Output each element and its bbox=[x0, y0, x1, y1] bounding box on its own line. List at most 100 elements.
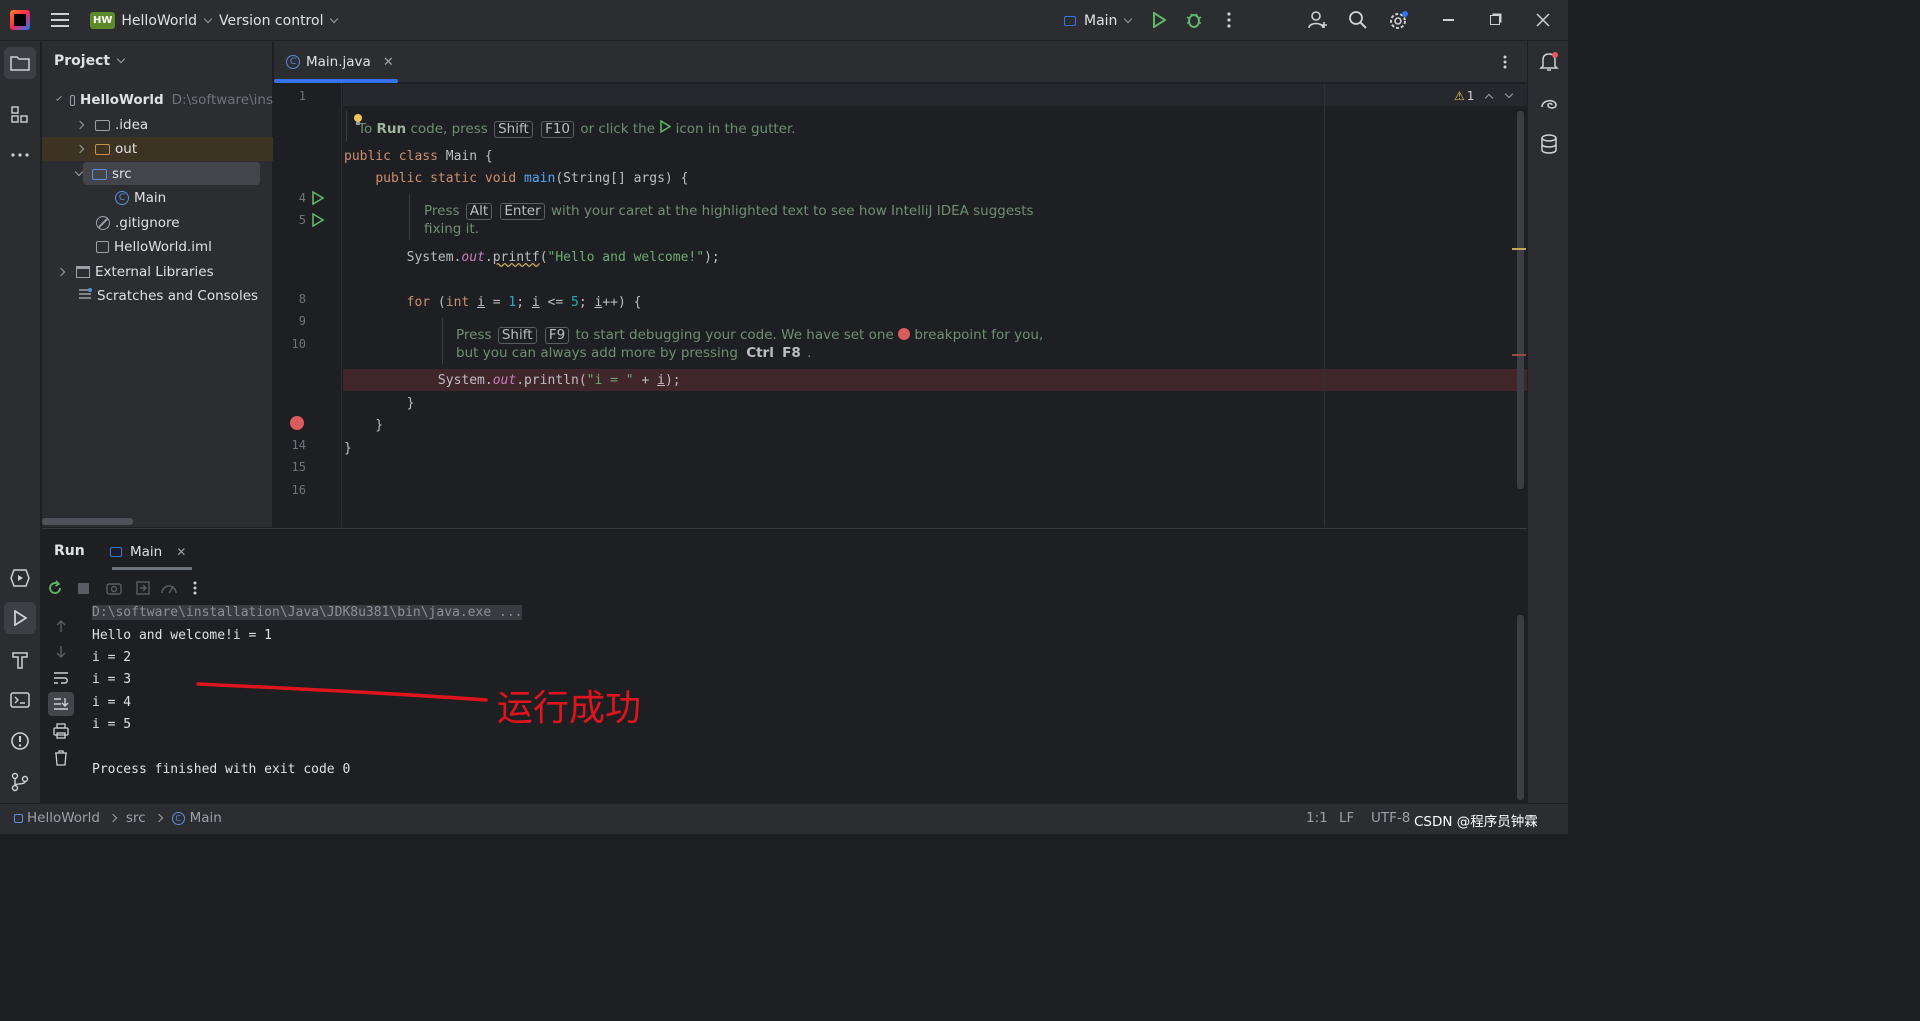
restore-icon[interactable] bbox=[1485, 10, 1505, 30]
tree-item-idea[interactable]: .idea bbox=[42, 113, 273, 137]
tree-item-label: .gitignore bbox=[115, 215, 180, 231]
add-user-icon[interactable] bbox=[1308, 10, 1328, 30]
inspection-widget[interactable]: ⚠ 1 bbox=[1454, 89, 1514, 103]
breakpoint-stripe-marker[interactable] bbox=[1512, 354, 1526, 356]
scroll-to-end-icon[interactable] bbox=[48, 692, 74, 716]
chevron-down-icon[interactable] bbox=[1505, 89, 1514, 99]
more-tools-icon[interactable] bbox=[8, 143, 32, 167]
settings-gear-icon[interactable] bbox=[1388, 10, 1410, 32]
more-actions-icon[interactable] bbox=[1220, 11, 1238, 29]
chevron-right-icon bbox=[75, 144, 85, 154]
editor-tab-bar: C Main.java ✕ bbox=[274, 41, 1527, 83]
git-branch-icon[interactable] bbox=[8, 770, 32, 794]
breakpoint-icon[interactable] bbox=[290, 416, 304, 430]
scroll-down-icon[interactable] bbox=[52, 643, 70, 661]
chevron-down-icon bbox=[74, 167, 84, 177]
hint-text: to start debugging your code. We have se… bbox=[575, 327, 894, 343]
caret-position[interactable]: 1:1 bbox=[1306, 810, 1328, 826]
version-control-menu[interactable]: Version control bbox=[219, 0, 339, 41]
code-line-4[interactable]: public class Main { bbox=[344, 149, 493, 164]
left-tool-strip bbox=[0, 41, 41, 803]
run-icon[interactable] bbox=[1150, 11, 1168, 29]
project-panel-header[interactable]: Project bbox=[54, 53, 126, 69]
run-config-selector[interactable]: Main bbox=[1064, 0, 1133, 41]
database-icon[interactable] bbox=[1538, 133, 1560, 155]
breadcrumb-item[interactable]: HelloWorld bbox=[27, 810, 100, 826]
tree-item-iml[interactable]: HelloWorld.iml bbox=[42, 235, 273, 259]
tree-item-label: out bbox=[115, 141, 138, 157]
close-window-icon[interactable] bbox=[1533, 10, 1553, 30]
code-line-5[interactable]: public static void main(String[] args) { bbox=[344, 171, 688, 186]
console-scrollbar[interactable] bbox=[1517, 615, 1524, 800]
code-line-13[interactable]: System.out.println("i = " + i); bbox=[344, 373, 681, 388]
hint-text: breakpoint for you, bbox=[914, 327, 1044, 343]
print-icon[interactable] bbox=[52, 722, 70, 740]
project-selector[interactable]: HW HelloWorld bbox=[90, 0, 213, 41]
scroll-up-icon[interactable] bbox=[52, 617, 70, 635]
code-line-14[interactable]: } bbox=[344, 396, 415, 411]
run-config-label: Main bbox=[1084, 12, 1118, 29]
tree-item-external-libraries[interactable]: External Libraries bbox=[42, 260, 273, 284]
exit-icon[interactable] bbox=[134, 579, 152, 597]
horizontal-scrollbar[interactable] bbox=[42, 518, 133, 525]
editor-tab-main-java[interactable]: C Main.java ✕ bbox=[274, 41, 398, 83]
file-encoding[interactable]: UTF-8 bbox=[1371, 810, 1410, 826]
close-tab-icon[interactable]: ✕ bbox=[176, 545, 186, 559]
run-tab-main[interactable]: Main ✕ bbox=[108, 537, 188, 567]
hint-text: icon in the gutter. bbox=[675, 121, 796, 137]
stop-icon[interactable] bbox=[74, 579, 92, 597]
code-line-16[interactable]: } bbox=[344, 441, 352, 456]
debug-hint: Press Shift F9 to start debugging your c… bbox=[456, 327, 1043, 344]
clear-trash-icon[interactable] bbox=[52, 749, 70, 767]
tree-item-src[interactable]: src bbox=[42, 162, 273, 186]
line-separator[interactable]: LF bbox=[1339, 810, 1354, 826]
code-line-15[interactable]: } bbox=[344, 418, 383, 433]
code-line-10[interactable]: for (int i = 1; i <= 5; i++) { bbox=[344, 295, 642, 310]
soft-wrap-icon[interactable] bbox=[52, 669, 70, 687]
breadcrumb-item[interactable]: Main bbox=[190, 810, 222, 826]
key-f8: F8 bbox=[782, 345, 801, 361]
warning-icon: ⚠ bbox=[1454, 89, 1465, 103]
tree-item-main[interactable]: C Main bbox=[42, 186, 273, 210]
close-tab-icon[interactable]: ✕ bbox=[383, 55, 394, 70]
console-output-line: Hello and welcome!i = 1 bbox=[92, 628, 273, 643]
tree-item-gitignore[interactable]: .gitignore bbox=[42, 211, 273, 235]
problems-icon[interactable] bbox=[8, 729, 32, 753]
gutter-run-icon[interactable] bbox=[311, 190, 325, 209]
tab-options-icon[interactable] bbox=[1496, 53, 1514, 71]
warning-stripe-marker[interactable] bbox=[1512, 248, 1526, 250]
chevron-up-icon[interactable] bbox=[1485, 93, 1494, 103]
services-icon[interactable] bbox=[8, 566, 32, 590]
tree-item-helloworld[interactable]: HelloWorld D:\software\ins bbox=[42, 88, 273, 112]
key-shift: Shift bbox=[497, 327, 537, 344]
chevron-right-icon bbox=[56, 267, 66, 277]
project-tool-folder-icon[interactable] bbox=[4, 47, 36, 79]
key-ctrl: Ctrl bbox=[746, 345, 774, 361]
tree-item-out[interactable]: out bbox=[42, 137, 273, 161]
build-hammer-icon[interactable] bbox=[8, 648, 32, 672]
breakpoint-dot-icon bbox=[898, 328, 911, 340]
module-icon bbox=[14, 813, 23, 823]
breadcrumb-item[interactable]: src bbox=[126, 810, 146, 826]
search-icon[interactable] bbox=[1348, 10, 1368, 30]
intellij-logo-icon[interactable] bbox=[10, 10, 30, 30]
more-options-icon[interactable] bbox=[186, 579, 204, 597]
code-line-8[interactable]: System.out.printf("Hello and welcome!"); bbox=[344, 250, 720, 265]
structure-icon[interactable] bbox=[8, 103, 32, 127]
notifications-bell-icon[interactable] bbox=[1538, 51, 1560, 73]
chevron-right-icon bbox=[154, 813, 163, 823]
profiler-icon[interactable] bbox=[159, 579, 179, 597]
fix-hint-line2: fixing it. bbox=[424, 221, 479, 237]
gutter-run-icon[interactable] bbox=[311, 212, 325, 231]
minimize-icon[interactable] bbox=[1438, 10, 1458, 30]
run-tool-icon[interactable] bbox=[4, 602, 36, 634]
camera-icon[interactable] bbox=[105, 579, 123, 597]
rerun-icon[interactable] bbox=[46, 579, 64, 597]
main-menu-icon[interactable] bbox=[50, 10, 70, 30]
annotation-arrow bbox=[196, 682, 488, 702]
editor-scrollbar[interactable] bbox=[1517, 111, 1524, 489]
debug-icon[interactable] bbox=[1184, 11, 1204, 29]
ai-assistant-icon[interactable] bbox=[1538, 92, 1560, 114]
tree-item-scratches[interactable]: Scratches and Consoles bbox=[42, 284, 273, 308]
terminal-icon[interactable] bbox=[8, 688, 32, 712]
